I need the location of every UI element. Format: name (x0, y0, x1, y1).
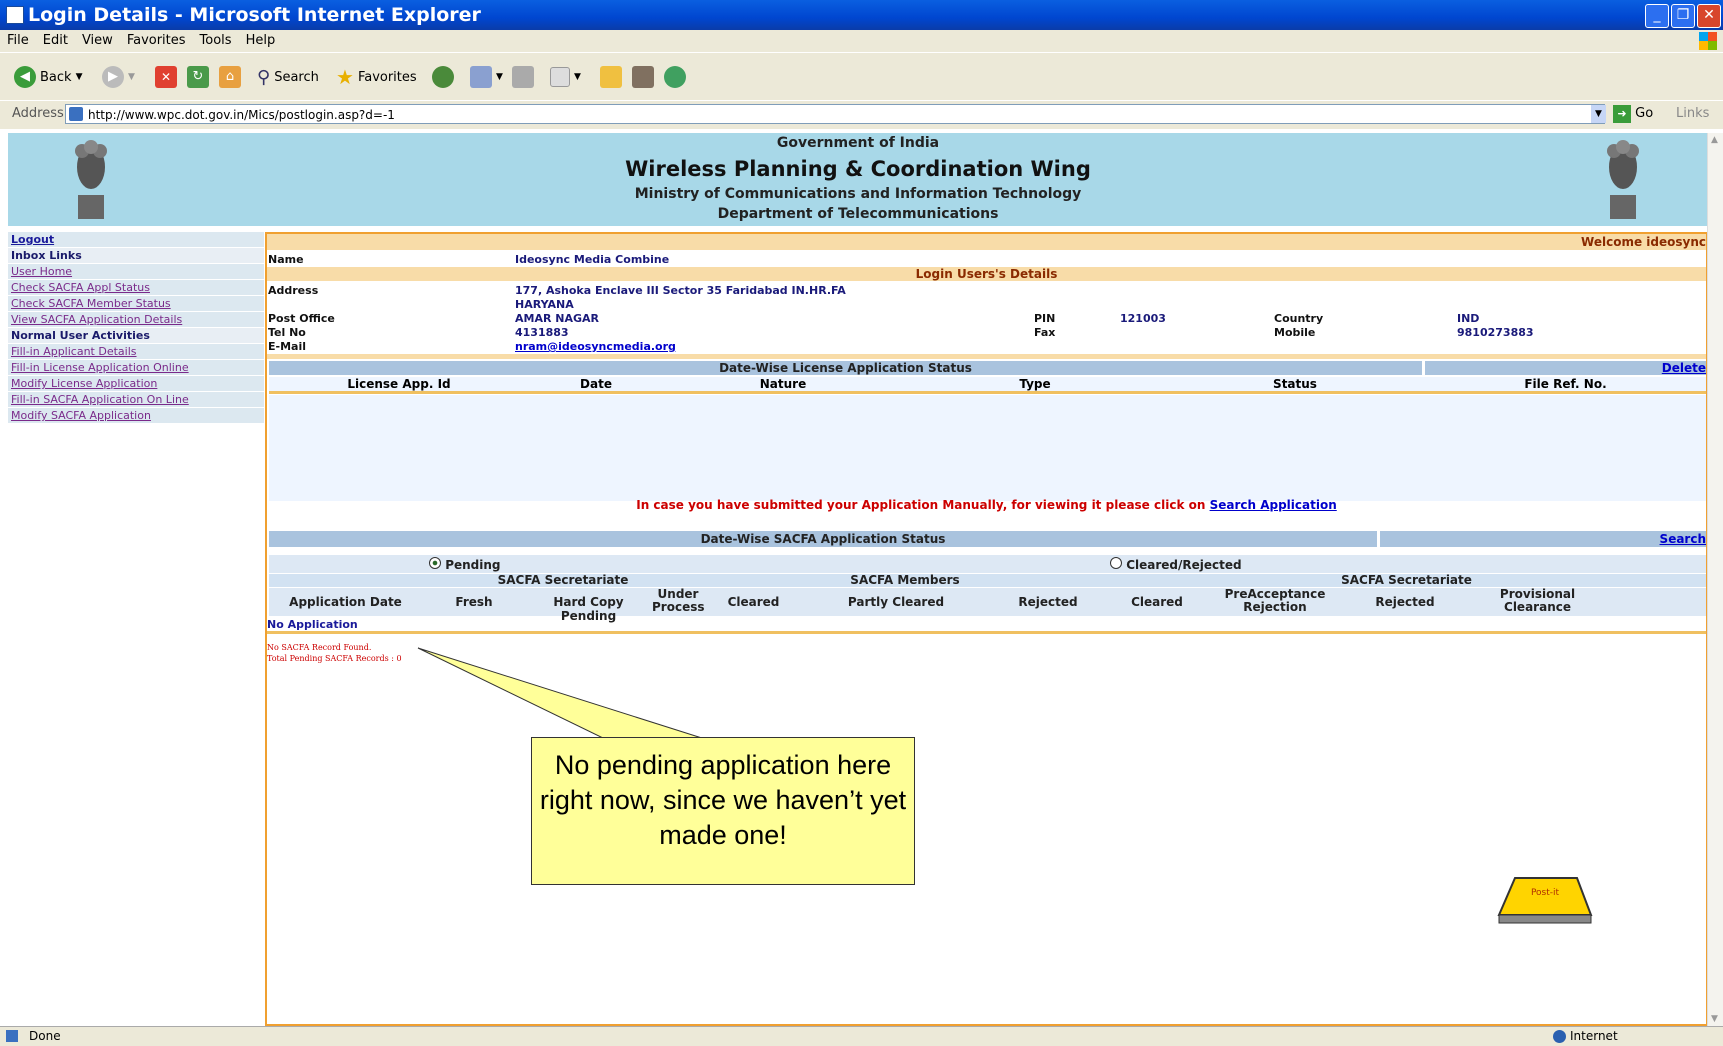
scroll-down-icon[interactable]: ▼ (1711, 1014, 1718, 1024)
status-text: Done (29, 1029, 61, 1043)
page-done-icon (6, 1030, 18, 1042)
internet-zone-icon (1553, 1030, 1566, 1043)
callout-pointer (417, 647, 706, 740)
zone-text: Internet (1570, 1029, 1618, 1043)
callout-note: No pending application here right now, s… (531, 737, 915, 885)
vertical-scrollbar[interactable]: ▲ ▼ (1707, 133, 1723, 1026)
scroll-up-icon[interactable]: ▲ (1711, 135, 1718, 145)
status-bar: Done Internet (0, 1026, 1723, 1046)
